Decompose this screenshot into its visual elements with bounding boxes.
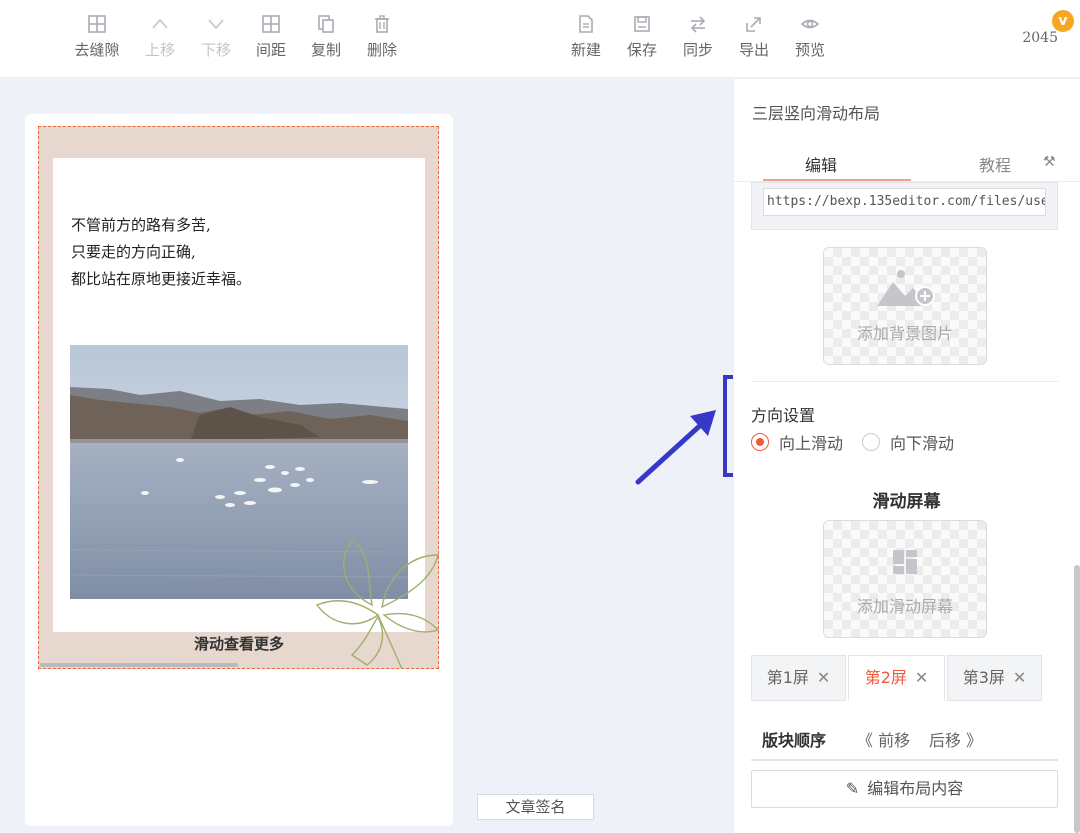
tab-edit[interactable]: 编辑 [805,152,837,176]
preview-button[interactable]: 预览 [780,14,840,60]
grid-plus-icon [241,14,301,38]
annotation-arrow [635,410,716,485]
layout-icon [893,550,917,574]
sync-button[interactable]: 同步 [668,14,728,60]
block-order-label: 版块顺序 [762,731,827,750]
close-icon[interactable]: ✕ [1013,668,1026,687]
copy-label: 复制 [310,41,341,59]
new-label: 新建 [570,41,601,59]
screen-tab-1[interactable]: 第1屏 ✕ [751,655,846,701]
save-button[interactable]: 保存 [612,14,672,60]
screen-tab-2[interactable]: 第2屏 ✕ [848,655,945,701]
poem-line: 都比站在原地更接近幸福。 [71,270,252,288]
tab-active-underline [763,179,911,181]
screen-tab-label: 第3屏 [962,668,1005,687]
poem-line: 只要走的方向正确, [71,243,196,261]
spacing-button[interactable]: 间距 [241,14,301,60]
screen-tab-label: 第1屏 [766,668,809,687]
add-background-image-button[interactable]: 添加背景图片 [823,247,987,365]
move-up-label: 上移 [144,41,175,59]
export-label: 导出 [738,41,769,59]
radio-checked-icon [751,433,769,451]
panel-title: 三层竖向滑动布局 [752,104,881,123]
radio-unchecked-icon [862,433,880,451]
add-background-label: 添加背景图片 [856,324,953,343]
background-url-input[interactable]: https://bexp.135editor.com/files/users/C [763,188,1046,216]
image-add-icon [877,270,935,306]
delete-label: 删除 [366,41,397,59]
chevron-up-icon [130,14,190,38]
tools-icon[interactable]: ⚒ [1043,154,1056,170]
file-icon [556,14,616,38]
eye-icon [780,14,840,38]
move-backward-button[interactable]: 后移 》 [929,727,982,751]
edit-layout-content-button[interactable]: ✎ 编辑布局内容 [751,770,1058,808]
grid-plus-icon [67,14,127,38]
poem-text: 不管前方的路有多苦, 只要走的方向正确, 都比站在原地更接近幸福。 [71,212,251,293]
top-toolbar: 去缝隙 上移 下移 间距 复制 删除 新建 保存 同步 导出 预览 2045 v [0,0,1080,78]
article-signature-button[interactable]: 文章签名 [477,794,594,820]
section-divider [751,381,1058,382]
screen-tab-3[interactable]: 第3屏 ✕ [947,655,1042,701]
preview-label: 预览 [794,41,825,59]
move-up-button[interactable]: 上移 [130,14,190,60]
swipe-more-text: 滑动查看更多 [193,635,284,653]
add-slide-screen-button[interactable]: 添加滑动屏幕 [823,520,987,638]
trash-icon [352,14,412,38]
radio-swipe-down-label: 向下滑动 [890,434,955,453]
edit-layout-label: 编辑布局内容 [867,779,964,798]
save-label: 保存 [626,41,657,59]
save-icon [612,14,672,38]
close-icon[interactable]: ✕ [817,668,830,687]
poem-line: 不管前方的路有多苦, [71,216,211,234]
screen-tab-label: 第2屏 [864,668,907,687]
slide-screens-title: 滑动屏幕 [872,492,941,512]
slide-scroll-indicator [40,663,238,667]
block-order-row: 版块顺序 《 前移 后移 》 [751,715,1058,761]
panel-scrollbar[interactable] [1074,565,1080,833]
spacing-label: 间距 [255,41,286,59]
sync-icon [668,14,728,38]
sync-label: 同步 [682,41,713,59]
copy-icon [296,14,356,38]
chevron-down-icon [186,14,246,38]
remove-gap-button[interactable]: 去缝隙 [67,14,127,60]
radio-swipe-up-label: 向上滑动 [779,434,844,453]
add-slide-screen-label: 添加滑动屏幕 [856,597,953,616]
tab-tutorial[interactable]: 教程 [979,152,1011,176]
radio-swipe-up[interactable]: 向上滑动 [751,430,843,454]
export-button[interactable]: 导出 [724,14,784,60]
panel-tabs: 编辑 教程 ⚒ [733,144,1080,182]
move-down-button[interactable]: 下移 [186,14,246,60]
radio-swipe-down[interactable]: 向下滑动 [862,430,954,454]
direction-setting-label: 方向设置 [751,406,816,425]
pencil-icon: ✎ [845,779,860,798]
close-icon[interactable]: ✕ [915,668,928,687]
word-counter: 2045 [1022,30,1058,46]
export-icon [724,14,784,38]
new-button[interactable]: 新建 [556,14,616,60]
move-forward-button[interactable]: 《 前移 [857,727,910,751]
delete-button[interactable]: 删除 [352,14,412,60]
copy-button[interactable]: 复制 [296,14,356,60]
vip-badge[interactable]: v [1052,10,1074,32]
move-down-label: 下移 [200,41,231,59]
remove-gap-label: 去缝隙 [74,41,120,59]
